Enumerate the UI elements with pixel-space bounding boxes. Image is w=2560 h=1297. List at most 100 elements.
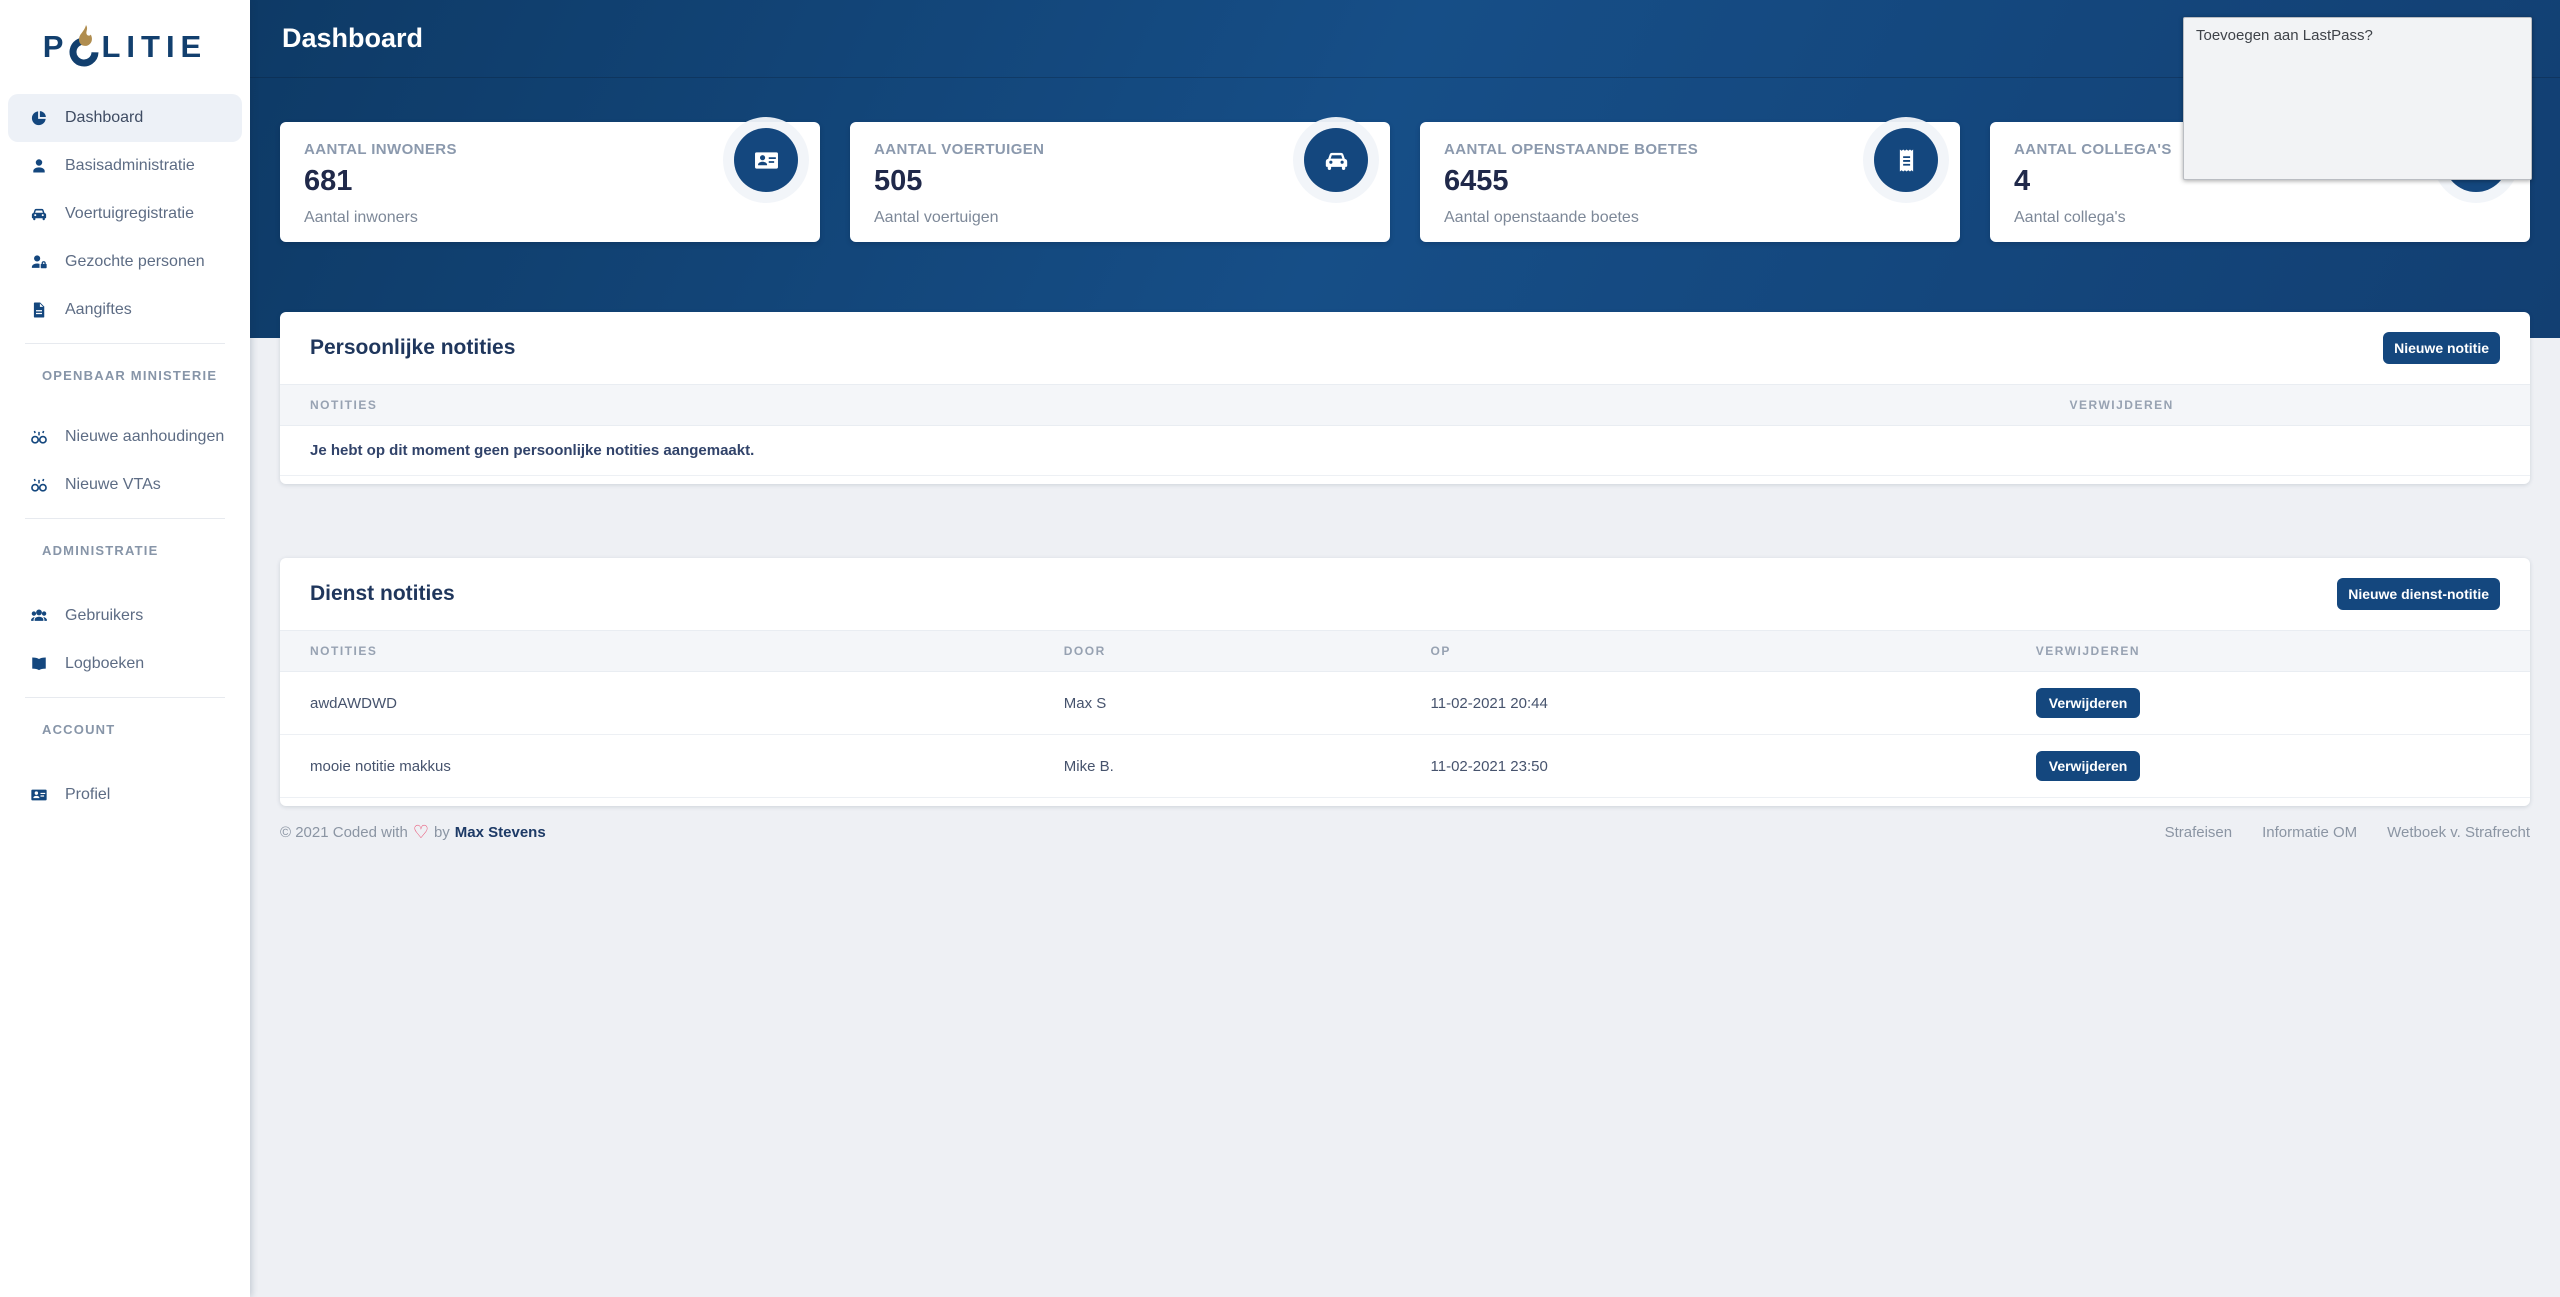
handcuffs-icon bbox=[25, 428, 52, 446]
service-notes-table: NOTITIES DOOR OP VERWIJDEREN awdAWDWD Ma… bbox=[280, 630, 2530, 798]
service-notes-header: Dienst notities Nieuwe dienst-notitie bbox=[280, 558, 2530, 630]
stat-value: 681 bbox=[304, 165, 796, 198]
lastpass-popup-text: Toevoegen aan LastPass? bbox=[2196, 27, 2519, 44]
sidebar-item-gezochte-personen[interactable]: Gezochte personen bbox=[8, 238, 242, 286]
sidebar-item-label: Gezochte personen bbox=[65, 253, 205, 271]
sidebar-item-label: Nieuwe VTAs bbox=[65, 476, 161, 494]
stat-card-boetes: AANTAL OPENSTAANDE BOETES 6455 Aantal op… bbox=[1420, 122, 1960, 242]
new-service-note-button[interactable]: Nieuwe dienst-notitie bbox=[2337, 578, 2500, 610]
sidebar-item-gebruikers[interactable]: Gebruikers bbox=[8, 592, 242, 640]
column-header-notities: NOTITIES bbox=[280, 385, 2040, 426]
logo-letters-litie: LITIE bbox=[101, 29, 207, 65]
sidebar-item-voertuigregistratie[interactable]: Voertuigregistratie bbox=[8, 190, 242, 238]
police-dashboard-app: P LITIE Dashboard Basisadministratie bbox=[0, 0, 2560, 1297]
personal-notes-header: Persoonlijke notities Nieuwe notitie bbox=[280, 312, 2530, 384]
sidebar-section-openbaar-ministerie: OPENBAAR MINISTERIE bbox=[0, 353, 250, 413]
sidebar-section-account: ACCOUNT bbox=[0, 707, 250, 771]
column-header-notities: NOTITIES bbox=[280, 631, 1034, 672]
user-icon bbox=[25, 157, 52, 175]
note-text-cell: mooie notitie makkus bbox=[280, 735, 1034, 798]
sidebar-item-logboeken[interactable]: Logboeken bbox=[8, 640, 242, 688]
sidebar-item-profiel[interactable]: Profiel bbox=[8, 771, 242, 819]
content-area: Persoonlijke notities Nieuwe notitie NOT… bbox=[250, 312, 2560, 858]
sidebar-divider bbox=[25, 343, 225, 344]
sidebar-item-nieuwe-vtas[interactable]: Nieuwe VTAs bbox=[8, 461, 242, 509]
table-row: Je hebt op dit moment geen persoonlijke … bbox=[280, 426, 2530, 476]
note-text-cell: awdAWDWD bbox=[280, 672, 1034, 735]
sidebar: P LITIE Dashboard Basisadministratie bbox=[0, 0, 250, 1297]
note-date-cell: 11-02-2021 23:50 bbox=[1401, 735, 2006, 798]
column-header-door: DOOR bbox=[1034, 631, 1401, 672]
footer-copyright: © 2021 Coded with ♡ by Max Stevens bbox=[280, 823, 546, 841]
stat-sublabel: Aantal inwoners bbox=[304, 209, 418, 227]
personal-notes-panel: Persoonlijke notities Nieuwe notitie NOT… bbox=[280, 312, 2530, 484]
stat-sublabel: Aantal voertuigen bbox=[874, 209, 999, 227]
delete-note-button[interactable]: Verwijderen bbox=[2036, 688, 2141, 718]
column-header-op: OP bbox=[1401, 631, 2006, 672]
personal-notes-table: NOTITIES VERWIJDEREN Je hebt op dit mome… bbox=[280, 384, 2530, 476]
id-card-icon bbox=[734, 128, 798, 192]
table-row: awdAWDWD Max S 11-02-2021 20:44 Verwijde… bbox=[280, 672, 2530, 735]
note-author-cell: Mike B. bbox=[1034, 735, 1401, 798]
sidebar-item-label: Profiel bbox=[65, 786, 110, 804]
copyright-by: by bbox=[434, 824, 450, 841]
delete-note-button[interactable]: Verwijderen bbox=[2036, 751, 2141, 781]
pie-chart-icon bbox=[25, 109, 52, 127]
author-link[interactable]: Max Stevens bbox=[455, 824, 546, 841]
sidebar-item-basisadministratie[interactable]: Basisadministratie bbox=[8, 142, 242, 190]
stat-value: 6455 bbox=[1444, 165, 1936, 198]
stat-card-voertuigen: AANTAL VOERTUIGEN 505 Aantal voertuigen bbox=[850, 122, 1390, 242]
sidebar-item-label: Basisadministratie bbox=[65, 157, 195, 175]
footer-link-wetboek[interactable]: Wetboek v. Strafrecht bbox=[2387, 824, 2530, 841]
car-icon bbox=[1304, 128, 1368, 192]
column-header-verwijderen: VERWIJDEREN bbox=[2040, 385, 2531, 426]
sidebar-section-administratie: ADMINISTRATIE bbox=[0, 528, 250, 592]
book-open-icon bbox=[25, 655, 52, 673]
stat-sublabel: Aantal collega's bbox=[2014, 209, 2126, 227]
sidebar-item-label: Voertuigregistratie bbox=[65, 205, 194, 223]
car-icon bbox=[25, 205, 52, 223]
sidebar-item-label: Gebruikers bbox=[65, 607, 143, 625]
stat-sublabel: Aantal openstaande boetes bbox=[1444, 209, 1639, 227]
document-icon bbox=[25, 301, 52, 319]
sidebar-item-label: Dashboard bbox=[65, 109, 143, 127]
user-lock-icon bbox=[25, 253, 52, 271]
sidebar-item-aangiftes[interactable]: Aangiftes bbox=[8, 286, 242, 334]
page-title: Dashboard bbox=[282, 23, 423, 54]
copyright-text: © 2021 Coded with bbox=[280, 824, 408, 841]
table-row: mooie notitie makkus Mike B. 11-02-2021 … bbox=[280, 735, 2530, 798]
footer-link-strafeisen[interactable]: Strafeisen bbox=[2165, 824, 2233, 841]
new-note-button[interactable]: Nieuwe notitie bbox=[2383, 332, 2500, 364]
stat-card-inwoners: AANTAL INWONERS 681 Aantal inwoners bbox=[280, 122, 820, 242]
stat-label: AANTAL VOERTUIGEN bbox=[874, 141, 1366, 158]
note-date-cell: 11-02-2021 20:44 bbox=[1401, 672, 2006, 735]
receipt-icon bbox=[1874, 128, 1938, 192]
stat-label: AANTAL INWONERS bbox=[304, 141, 796, 158]
sidebar-item-label: Nieuwe aanhoudingen bbox=[65, 428, 224, 446]
service-notes-panel: Dienst notities Nieuwe dienst-notitie NO… bbox=[280, 558, 2530, 806]
lastpass-popup[interactable]: Toevoegen aan LastPass? bbox=[2183, 17, 2532, 180]
handcuffs-icon bbox=[25, 476, 52, 494]
stat-value: 505 bbox=[874, 165, 1366, 198]
column-header-verwijderen: VERWIJDEREN bbox=[2006, 631, 2530, 672]
politie-logo[interactable]: P LITIE bbox=[0, 0, 250, 94]
sidebar-item-nieuwe-aanhoudingen[interactable]: Nieuwe aanhoudingen bbox=[8, 413, 242, 461]
sidebar-nav: Dashboard Basisadministratie Voertuigreg… bbox=[0, 94, 250, 819]
id-card-icon bbox=[25, 786, 52, 804]
sidebar-item-label: Aangiftes bbox=[65, 301, 132, 319]
empty-message: Je hebt op dit moment geen persoonlijke … bbox=[280, 426, 2530, 476]
sidebar-divider bbox=[25, 697, 225, 698]
sidebar-item-dashboard[interactable]: Dashboard bbox=[8, 94, 242, 142]
note-author-cell: Max S bbox=[1034, 672, 1401, 735]
footer-links: Strafeisen Informatie OM Wetboek v. Stra… bbox=[2165, 824, 2530, 841]
service-notes-title: Dienst notities bbox=[310, 582, 455, 606]
logo-letter-p: P bbox=[43, 29, 70, 65]
politie-flame-icon bbox=[69, 25, 99, 69]
users-icon bbox=[25, 607, 52, 625]
footer-link-informatie-om[interactable]: Informatie OM bbox=[2262, 824, 2357, 841]
footer: © 2021 Coded with ♡ by Max Stevens Straf… bbox=[280, 806, 2530, 858]
stat-label: AANTAL OPENSTAANDE BOETES bbox=[1444, 141, 1936, 158]
sidebar-item-label: Logboeken bbox=[65, 655, 144, 673]
heart-icon: ♡ bbox=[413, 823, 429, 841]
sidebar-divider bbox=[25, 518, 225, 519]
